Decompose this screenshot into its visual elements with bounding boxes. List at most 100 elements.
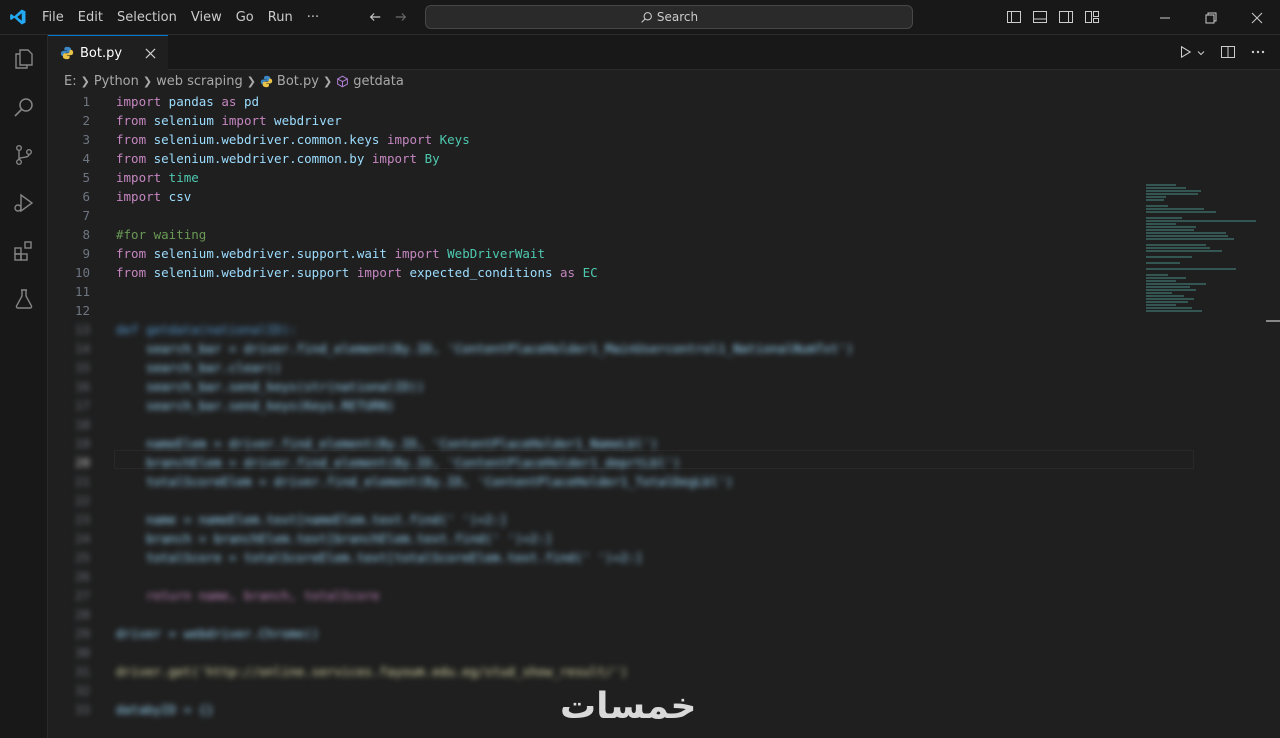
- chevron-right-icon: ❯: [322, 74, 333, 88]
- toggle-secondary-sidebar-icon[interactable]: [1058, 9, 1074, 25]
- scrollbar-indicator[interactable]: [1266, 320, 1280, 322]
- code-line: #for waiting: [116, 227, 207, 242]
- back-arrow-icon[interactable]: [366, 8, 384, 26]
- breadcrumb: E: ❯ Python ❯ web scraping ❯ Bot.py ❯ ge…: [48, 70, 1164, 92]
- menu-edit[interactable]: Edit: [71, 0, 110, 35]
- code-line: branch = branchElem.text[branchElem.text…: [116, 531, 553, 546]
- code-line: search_bar = driver.find_element(By.ID, …: [116, 341, 854, 356]
- code-line: search_bar.send_keys(str(nationalID)): [116, 379, 425, 394]
- split-editor-icon[interactable]: [1220, 44, 1236, 64]
- search-placeholder: Search: [656, 10, 699, 24]
- watermark-logo: خمسات: [560, 686, 697, 727]
- source-control-icon[interactable]: [0, 131, 48, 179]
- chevron-right-icon: ❯: [80, 74, 90, 88]
- extensions-icon[interactable]: [0, 227, 48, 275]
- command-center-search[interactable]: Search: [425, 5, 913, 29]
- line-number: 30: [74, 645, 90, 660]
- menu-go[interactable]: Go: [229, 0, 261, 35]
- line-number: 12: [74, 303, 90, 318]
- code-line: totalScoreElem = driver.find_element(By.…: [116, 474, 734, 489]
- chevron-right-icon: ❯: [142, 74, 153, 88]
- python-file-icon: [260, 75, 273, 87]
- line-number: 26: [74, 569, 90, 584]
- line-number: 22: [74, 493, 90, 508]
- menu-run[interactable]: Run: [261, 0, 300, 35]
- line-number: 18: [74, 417, 90, 432]
- code-line: nameElem = driver.find_element(By.ID, 'C…: [116, 436, 658, 451]
- run-and-debug-icon[interactable]: [0, 179, 48, 227]
- vscode-logo-icon: [10, 9, 26, 25]
- line-number: 16: [74, 379, 90, 394]
- code-editor[interactable]: 1 2 3 4 5 6 7 8 9 10 11 12 13 14 15 16 1…: [48, 92, 1280, 738]
- tab-label: Bot.py: [80, 45, 123, 61]
- blurred-code-region: def getdata(nationalID): search_bar = dr…: [116, 320, 1196, 719]
- line-number: 19: [74, 436, 90, 451]
- forward-arrow-icon[interactable]: [392, 8, 410, 26]
- restore-icon[interactable]: [1188, 0, 1234, 35]
- code-line: from selenium import webdriver: [116, 113, 342, 128]
- breadcrumb-symbol-label: getdata: [353, 73, 404, 89]
- breadcrumb-web-scraping[interactable]: web scraping: [156, 74, 243, 89]
- code-line: driver = webdriver.Chrome(): [116, 626, 320, 641]
- code-line: totalScore = totalScoreElem.text[totalSc…: [116, 550, 643, 565]
- python-file-icon: [60, 46, 74, 60]
- line-number: 4: [82, 151, 90, 166]
- line-number: 13: [74, 322, 90, 337]
- menu-view[interactable]: View: [184, 0, 229, 35]
- line-number: 23: [74, 512, 90, 527]
- run-python-file-icon[interactable]: [1178, 45, 1192, 63]
- line-number: 8: [82, 227, 90, 242]
- activity-bar: [0, 35, 48, 738]
- line-number: 1: [82, 94, 90, 109]
- code-line: from selenium.webdriver.common.keys impo…: [116, 132, 470, 147]
- menu-selection[interactable]: Selection: [110, 0, 184, 35]
- line-number: 28: [74, 607, 90, 622]
- line-number: 24: [74, 531, 90, 546]
- customize-layout-icon[interactable]: [1084, 9, 1100, 25]
- breadcrumb-drive[interactable]: E:: [64, 74, 77, 89]
- code-line: name = nameElem.text[nameElem.text.find(…: [116, 512, 508, 527]
- line-number: 17: [74, 398, 90, 413]
- line-number: 2: [82, 113, 90, 128]
- minimap[interactable]: [1146, 184, 1266, 344]
- code-line: def getdata(nationalID):: [116, 322, 297, 337]
- menu-file[interactable]: File: [35, 0, 71, 35]
- line-number-active: 20: [74, 455, 90, 470]
- code-line: branchElem = driver.find_element(By.ID, …: [116, 455, 681, 470]
- search-icon: [641, 11, 652, 23]
- line-number: 10: [74, 265, 90, 280]
- search-view-icon[interactable]: [0, 83, 48, 131]
- breadcrumb-file[interactable]: Bot.py: [260, 74, 319, 89]
- title-bar: File Edit Selection View Go Run ··· Sear…: [0, 0, 1280, 35]
- testing-flask-icon[interactable]: [0, 275, 48, 323]
- code-line: search_bar.clear(): [116, 360, 282, 375]
- line-number: 6: [82, 189, 90, 204]
- line-number: 9: [82, 246, 90, 261]
- line-number: 27: [74, 588, 90, 603]
- line-number: 21: [74, 474, 90, 489]
- more-actions-icon[interactable]: [1250, 44, 1266, 64]
- breadcrumb-file-label: Bot.py: [276, 73, 319, 89]
- close-window-icon[interactable]: [1234, 0, 1280, 35]
- line-number: 31: [74, 664, 90, 679]
- tab-bot-py[interactable]: Bot.py: [48, 35, 168, 70]
- menu-more[interactable]: ···: [300, 0, 326, 35]
- function-symbol-icon: [337, 75, 349, 87]
- line-number: 11: [74, 284, 90, 299]
- toggle-panel-icon[interactable]: [1032, 9, 1048, 25]
- code-content[interactable]: import pandas as pd from selenium import…: [116, 92, 1196, 719]
- code-line: from selenium.webdriver.support.wait imp…: [116, 246, 545, 261]
- explorer-icon[interactable]: [0, 35, 48, 83]
- breadcrumb-symbol[interactable]: getdata: [336, 74, 404, 89]
- run-options-chevron-icon[interactable]: [1196, 47, 1206, 62]
- close-tab-icon[interactable]: [142, 45, 158, 61]
- breadcrumb-python[interactable]: Python: [94, 74, 139, 89]
- minimize-icon[interactable]: [1142, 0, 1188, 35]
- toggle-primary-sidebar-icon[interactable]: [1006, 9, 1022, 25]
